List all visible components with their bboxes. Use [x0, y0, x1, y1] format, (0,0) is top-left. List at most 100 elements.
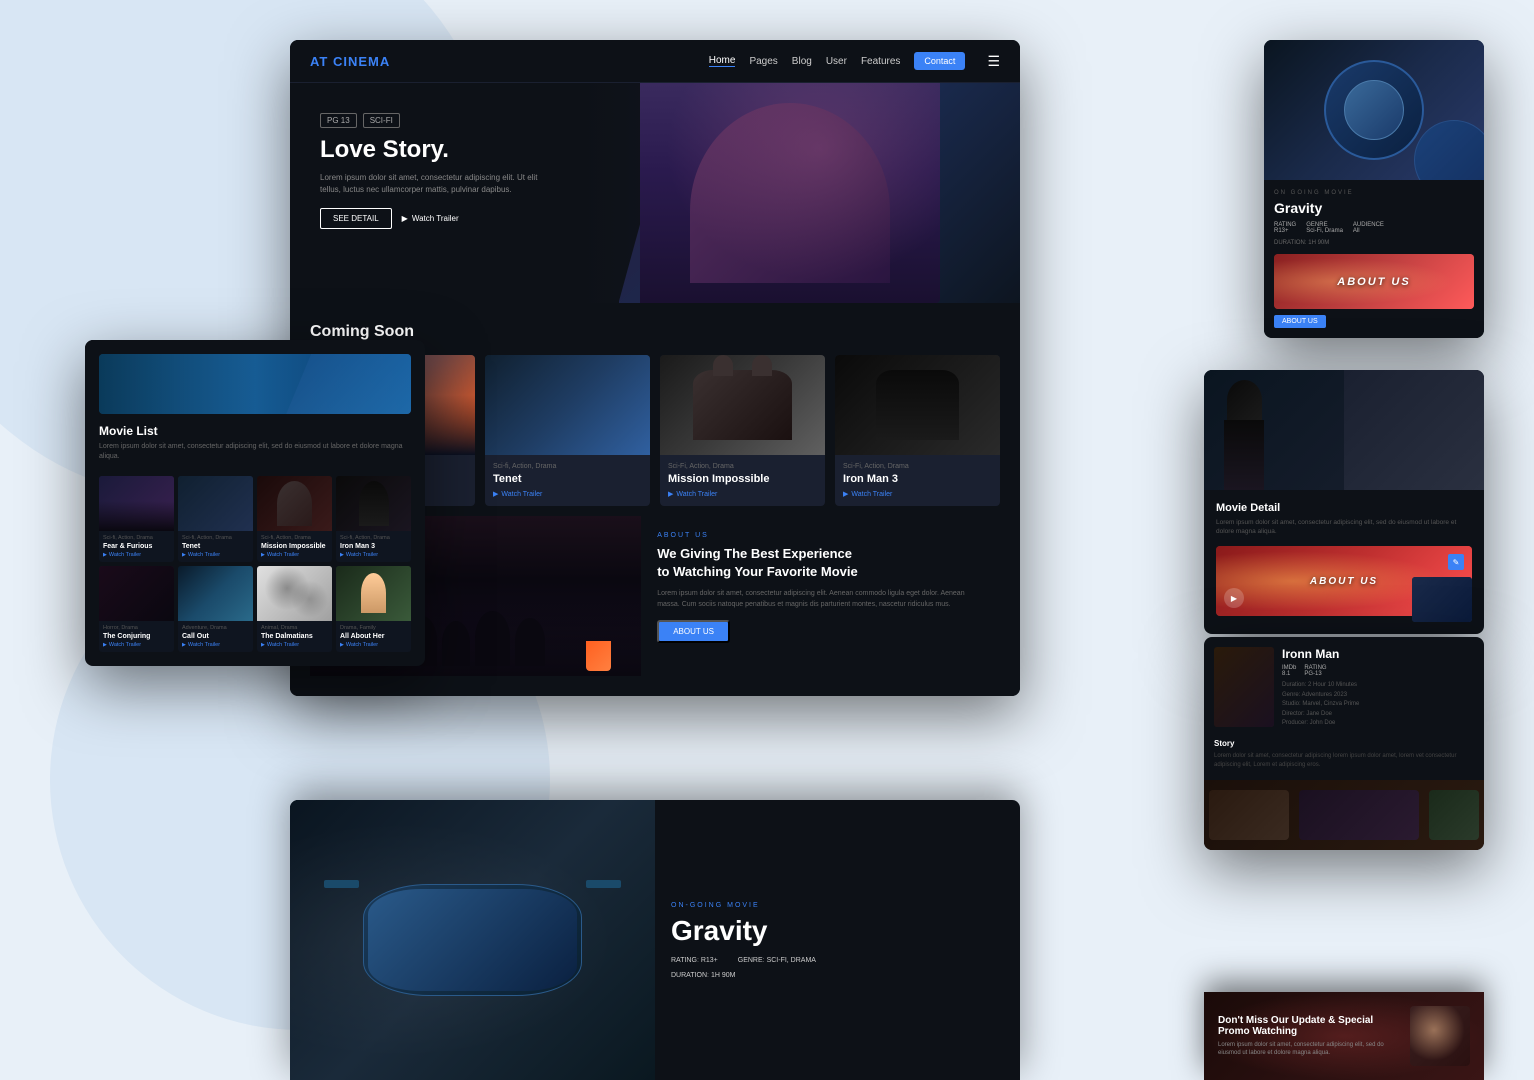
- about-label: ABOUT US: [657, 532, 984, 539]
- hero-title: Love Story.: [320, 136, 560, 164]
- ironman-trailer[interactable]: Watch Trailer: [340, 552, 407, 558]
- nav-blog[interactable]: Blog: [792, 56, 812, 67]
- video-thumb-1: [1209, 790, 1289, 840]
- promo-title: Don't Miss Our Update & Special Promo Wa…: [1218, 1015, 1400, 1037]
- callout-trailer[interactable]: Watch Trailer: [182, 642, 249, 648]
- dalmatians-trailer[interactable]: Watch Trailer: [261, 642, 328, 648]
- iron-man-video-section: [1204, 780, 1484, 850]
- tenet-thumb: [178, 476, 253, 531]
- story-text: Lorem dolor sit amet, consectetur adipis…: [1214, 752, 1474, 770]
- list-item: Sci-fi, Action, Drama Mission Impossible…: [257, 476, 332, 562]
- tenet-genre: Sci-fi, Action, Drama: [182, 535, 249, 541]
- nav-home[interactable]: Home: [709, 55, 736, 67]
- movie-detail-heading: Movie Detail: [1216, 502, 1472, 514]
- bottom-gravity-card: ON-GOING MOVIE Gravity RATING: R13+ GENR…: [290, 800, 1020, 1080]
- abouther-trailer[interactable]: Watch Trailer: [340, 642, 407, 648]
- nav-features[interactable]: Features: [861, 56, 900, 67]
- badge-pg13: PG 13: [320, 113, 357, 128]
- list-item: Adventure, Drama Call Out Watch Trailer: [178, 566, 253, 652]
- mission-trailer-link[interactable]: Watch Trailer: [668, 490, 817, 498]
- mission-trailer[interactable]: Watch Trailer: [261, 552, 328, 558]
- satellite-image: [290, 800, 655, 1080]
- movie-list-title: Movie List: [99, 424, 411, 438]
- iron-man-info: Ironn Man IMDb8.1 RATINGPG-13 Duration: …: [1282, 647, 1474, 729]
- left-card-header: Movie List Lorem ipsum dolor sit amet, c…: [85, 340, 425, 476]
- list-item: Drama, Family All About Her Watch Traile…: [336, 566, 411, 652]
- right-mid-content: Movie Detail Lorem ipsum dolor sit amet,…: [1204, 490, 1484, 634]
- right-top-content: ON GOING MOVIE Gravity RATINGR13+ GENRES…: [1264, 180, 1484, 338]
- promo-content: Don't Miss Our Update & Special Promo Wa…: [1204, 992, 1484, 1080]
- right-movie-meta: RATINGR13+ GENRESci-Fi, Drama AUDIENCEAl…: [1274, 222, 1474, 234]
- mission-title: Mission Impossible: [261, 543, 328, 550]
- satellite-body: [363, 884, 582, 996]
- tenet-title: Tenet: [182, 543, 249, 550]
- right-top-gravity-card: ON GOING MOVIE Gravity RATINGR13+ GENRES…: [1264, 40, 1484, 338]
- right-mid-hero: [1204, 370, 1484, 490]
- tenet-trailer-link[interactable]: Watch Trailer: [493, 490, 642, 498]
- dalmatians-genre: Animal, Drama: [261, 625, 328, 631]
- promo-description: Lorem ipsum dolor sit amet, consectetur …: [1218, 1041, 1400, 1058]
- ironman3-title: Iron Man 3: [843, 473, 992, 485]
- astronaut-helmet: [1324, 60, 1424, 160]
- hamburger-icon[interactable]: ☰: [987, 53, 1000, 70]
- right-movie-detail-card: Movie Detail Lorem ipsum dolor sit amet,…: [1204, 370, 1484, 634]
- about-text-section: ABOUT US We Giving The Best Experience t…: [641, 516, 1000, 676]
- tenet-genre: Sci-fi, Action, Drama: [493, 463, 642, 470]
- video-thumb-3: [1429, 790, 1479, 840]
- see-detail-button[interactable]: SEE DETAIL: [320, 208, 392, 229]
- conjuring-title: The Conjuring: [103, 633, 170, 640]
- navbar: AT CINEMA Home Pages Blog User Features …: [290, 40, 1020, 83]
- callout-info: Adventure, Drama Call Out Watch Trailer: [178, 621, 253, 652]
- gravity-genre: GENRE: SCI-FI, DRAMA: [738, 957, 816, 964]
- hero-silhouette: [690, 103, 890, 283]
- dalmatians-info: Animal, Drama The Dalmatians Watch Trail…: [257, 621, 332, 652]
- callout-genre: Adventure, Drama: [182, 625, 249, 631]
- list-item: Sci-fi, Action, Drama Iron Man 3 Watch T…: [336, 476, 411, 562]
- ironman-info: Sci-fi, Action, Drama Iron Man 3 Watch T…: [336, 531, 411, 562]
- nav-pages[interactable]: Pages: [749, 56, 777, 67]
- watch-trailer-button[interactable]: Watch Trailer: [402, 214, 459, 223]
- tenet-thumbnail: [485, 355, 650, 455]
- movie-detail-description: Lorem ipsum dolor sit amet, consectetur …: [1216, 518, 1472, 536]
- nav-user[interactable]: User: [826, 56, 847, 67]
- coming-soon-title: Coming Soon: [310, 323, 1000, 341]
- ironman-genre: Sci-fi, Action, Drama: [340, 535, 407, 541]
- callout-thumb: [178, 566, 253, 621]
- hero-description: Lorem ipsum dolor sit amet, consectetur …: [320, 172, 560, 196]
- ironman3-genre: Sci-Fi, Action, Drama: [843, 463, 992, 470]
- promo-image: [1410, 1006, 1470, 1066]
- hero-actions: SEE DETAIL Watch Trailer: [320, 208, 560, 229]
- video-overlay-text: ABOUT US: [1310, 576, 1378, 587]
- conjuring-genre: Horror, Drama: [103, 625, 170, 631]
- ironman3-trailer-link[interactable]: Watch Trailer: [843, 490, 992, 498]
- bottom-card-inner: ON-GOING MOVIE Gravity RATING: R13+ GENR…: [290, 800, 1020, 1080]
- fear-title: Fear & Furious: [103, 543, 170, 550]
- fear-trailer[interactable]: Watch Trailer: [103, 552, 170, 558]
- gravity-image-section: [290, 800, 655, 1080]
- ongoing-label: ON-GOING MOVIE: [671, 902, 1004, 909]
- edit-icon: ✎: [1448, 554, 1464, 570]
- contact-button[interactable]: Contact: [914, 52, 965, 70]
- right-genre: GENRESci-Fi, Drama: [1306, 222, 1343, 234]
- mission-title: Mission Impossible: [668, 473, 817, 485]
- right-gravity-title: Gravity: [1274, 200, 1474, 216]
- tenet-trailer[interactable]: Watch Trailer: [182, 552, 249, 558]
- dalmatians-title: The Dalmatians: [261, 633, 328, 640]
- abouther-genre: Drama, Family: [340, 625, 407, 631]
- gravity-rating: RATING: R13+: [671, 957, 718, 964]
- logo: AT CINEMA: [310, 54, 390, 69]
- gravity-title: Gravity: [671, 915, 1004, 947]
- right-about-button[interactable]: ABOUT US: [1274, 315, 1326, 328]
- movie-card-tenet: Sci-fi, Action, Drama Tenet Watch Traile…: [485, 355, 650, 506]
- right-rating: RATINGR13+: [1274, 222, 1296, 234]
- about-us-button[interactable]: ABOUT US: [657, 620, 730, 643]
- wolf-decorative: [693, 370, 792, 440]
- story-section: Story Lorem dolor sit amet, consectetur …: [1204, 739, 1484, 780]
- darth-decorative: [876, 370, 959, 440]
- list-item: Sci-fi, Action, Drama Fear & Furious Wat…: [99, 476, 174, 562]
- hero-image: [640, 83, 940, 303]
- ironman-title: Iron Man 3: [340, 543, 407, 550]
- conjuring-trailer[interactable]: Watch Trailer: [103, 642, 170, 648]
- story-title: Story: [1214, 739, 1474, 748]
- character-silhouette: [1214, 380, 1274, 490]
